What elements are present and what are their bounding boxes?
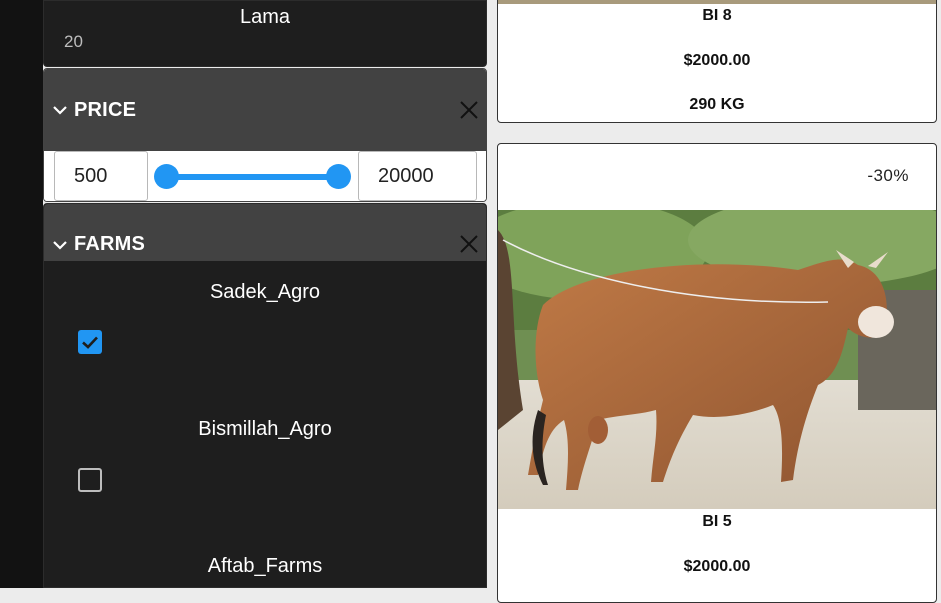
price-min-input[interactable]: 500 (54, 151, 148, 201)
price-filter-header[interactable]: PRICE (44, 69, 486, 151)
farm-label-bismillah-agro: Bismillah_Agro (198, 418, 332, 440)
discount-badge: -30% (867, 166, 909, 185)
product-image (498, 0, 936, 4)
farm-checkbox-bismillah-agro[interactable] (78, 468, 102, 492)
product-name: BI 8 (702, 7, 732, 24)
product-name: BI 5 (702, 513, 732, 530)
price-max-input[interactable]: 20000 (358, 151, 477, 201)
chevron-down-icon[interactable] (52, 102, 68, 118)
filter-item-count: 20 (64, 32, 83, 51)
product-price: $2000.00 (683, 558, 751, 575)
farms-filter-header[interactable]: FARMS (44, 204, 486, 261)
product-card[interactable]: BI 8 $2000.00 290 KG (497, 0, 937, 123)
close-icon[interactable] (458, 99, 480, 121)
filter-item-lama[interactable]: Lama 20 (43, 0, 487, 67)
farm-checkbox-sadek-agro[interactable] (78, 330, 102, 354)
farms-filter: FARMS Sadek_Agro Bismillah_Agro Aftab_Fa… (43, 203, 487, 588)
price-slider-min-thumb[interactable] (154, 164, 179, 189)
price-filter: PRICE 500 20000 (43, 68, 487, 202)
farm-label-aftab-farms: Aftab_Farms (207, 555, 323, 577)
farm-label-sadek-agro: Sadek_Agro (209, 281, 321, 303)
filter-item-label: Lama (239, 6, 291, 28)
price-slider-track[interactable] (168, 174, 338, 180)
price-slider-max-thumb[interactable] (326, 164, 351, 189)
product-price: $2000.00 (683, 52, 751, 69)
price-filter-title: PRICE (74, 98, 137, 121)
left-sidebar-edge (0, 0, 43, 588)
product-weight: 290 KG (689, 96, 745, 113)
close-icon[interactable] (458, 233, 480, 255)
checkmark-icon (82, 336, 98, 349)
farms-filter-title: FARMS (74, 233, 145, 255)
product-card[interactable]: -30% BI 5 $2000.00 (497, 143, 937, 603)
chevron-down-icon[interactable] (52, 237, 68, 253)
product-image[interactable] (498, 210, 937, 509)
price-range-controls: 500 20000 (44, 151, 486, 201)
